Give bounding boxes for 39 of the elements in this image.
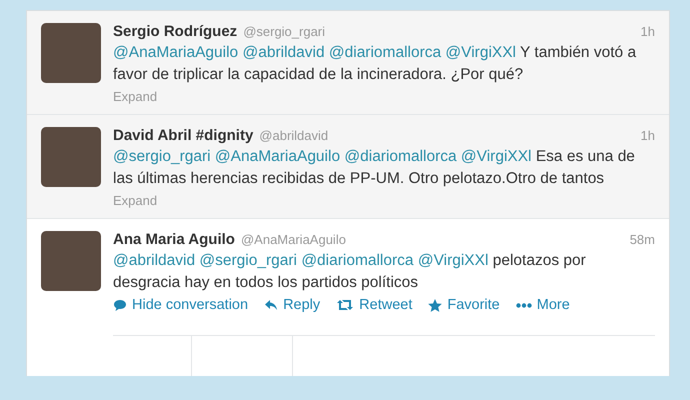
expand-link[interactable]: Expand [113, 193, 158, 208]
mention-link[interactable]: @sergio_rgari [113, 148, 211, 165]
tweet-text: @sergio_rgari @AnaMariaAguilo @diariomallorca @VirgiXXl Esa es una de las últimas herencias recibidas de PP-UM. Otro pelotazo.Otro de tantos [113, 147, 636, 189]
user-handle: @sergio_rgari [243, 24, 326, 39]
user-name[interactable]: Ana Maria Aguilo [113, 231, 235, 248]
mention-link[interactable]: @abrildavid [242, 44, 325, 61]
mention-link[interactable]: @VirgiXXl [445, 44, 516, 61]
mention-link[interactable]: @sergio_rgari [199, 252, 297, 269]
mention-link[interactable]: @diariomallorca [301, 252, 414, 269]
dots-icon [516, 302, 532, 308]
mention-link[interactable]: @VirgiXXl [418, 252, 488, 269]
tweet-time[interactable]: 58m [630, 232, 655, 247]
speech-bubble-icon [113, 298, 127, 312]
avatar-photo [41, 231, 101, 291]
avatar-photo [41, 127, 101, 187]
retweet-action[interactable]: Retweet [336, 297, 412, 313]
star-icon [428, 298, 442, 312]
more-action[interactable]: More [516, 297, 570, 313]
user-name[interactable]: Sergio Rodríguez [113, 23, 238, 40]
user-name[interactable]: David Abril #dignity [113, 127, 254, 144]
mention-link[interactable]: @AnaMariaAguilo [113, 44, 238, 61]
tweet-text: @abrildavid @sergio_rgari @diariomallorca @VirgiXXl pelotazos por desgracia hay en todos los partidos políticos [113, 251, 587, 293]
reply-arrow-icon [264, 299, 278, 311]
mention-link[interactable]: @diariomallorca [344, 148, 457, 165]
user-handle: @abrildavid [259, 128, 328, 143]
tweet-time[interactable]: 1h [640, 128, 655, 143]
tweet-time[interactable]: 1h [640, 24, 655, 39]
favorite-action[interactable]: Favorite [428, 297, 500, 313]
retweet-icon [336, 299, 354, 311]
mention-link[interactable]: @abrildavid [113, 252, 196, 269]
tweet-text: @AnaMariaAguilo @abrildavid @diariomallorca @VirgiXXl Y también votó a favor de triplicar la capacidad de la incineradora. ¿Por qué? [113, 43, 638, 85]
avatar-photo [41, 23, 101, 83]
reply-action[interactable]: Reply [264, 297, 320, 313]
conversation-action[interactable]: Hide conversation [113, 297, 248, 313]
mention-link[interactable]: @AnaMariaAguilo [214, 148, 340, 165]
expand-link[interactable]: Expand [113, 89, 158, 104]
user-handle: @AnaMariaAguilo [240, 232, 346, 247]
mention-link[interactable]: @VirgiXXl [460, 148, 532, 165]
mention-link[interactable]: @diariomallorca [328, 44, 442, 61]
